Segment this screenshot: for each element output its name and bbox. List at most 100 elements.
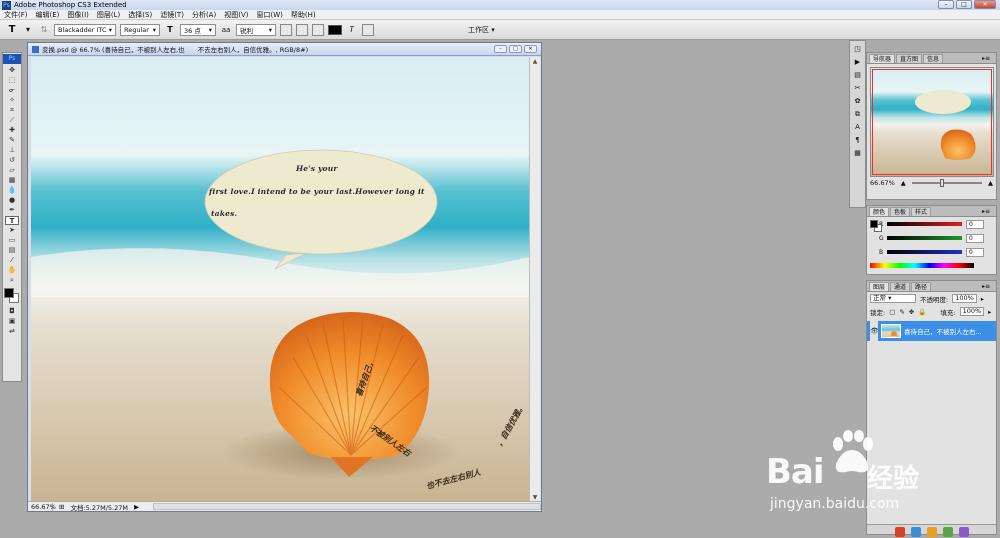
notes-tool-icon[interactable]: ▤ [5,246,19,255]
status-arrow-icon[interactable]: ▶ [134,503,139,511]
tab-layers[interactable]: 图层 [869,282,890,291]
brush-tool-icon[interactable]: ✎ [5,136,19,145]
orientation-toggle-icon[interactable]: ⇅ [38,24,50,36]
tab-navigator[interactable]: 导航器 [869,54,896,63]
shape-tool-icon[interactable]: ▭ [5,236,19,245]
eyedropper-tool-icon[interactable]: ⁄ [5,256,19,265]
tray-icon-3[interactable] [927,527,937,537]
menu-select[interactable]: 选择(S) [128,10,152,20]
layer-comps-dock-icon[interactable]: ▦ [852,149,864,158]
lock-position-icon[interactable]: ✥ [909,308,914,316]
panel-menu-icon[interactable]: ▸≡ [979,54,993,63]
crop-tool-icon[interactable]: ⌗ [5,106,19,115]
blur-tool-icon[interactable]: 💧 [5,186,19,195]
edit-in-imageready-icon[interactable]: ⇌ [5,327,19,336]
tab-histogram[interactable]: 直方图 [896,54,923,63]
magic-wand-tool-icon[interactable]: ✧ [5,96,19,105]
panel-menu-icon[interactable]: ▸≡ [979,207,993,216]
navigator-dock-icon[interactable]: ◳ [852,45,864,54]
horizontal-scrollbar[interactable] [153,503,541,510]
channel-r-slider[interactable] [887,222,962,226]
blend-mode-select[interactable]: 正常 ▾ [870,294,916,303]
antialias-select[interactable]: 锐利 ▾ [236,23,276,36]
workspace-menu[interactable]: 工作区 ▾ [468,25,495,35]
navigator-zoom[interactable]: 66.67% [870,179,895,187]
font-style-select[interactable]: Regular ▾ [120,23,160,36]
menu-view[interactable]: 视图(V) [224,10,248,20]
zoom-in-icon[interactable]: ▲ [988,179,993,187]
align-right-button[interactable] [312,23,324,36]
opacity-input[interactable]: 100% [952,294,977,303]
close-button[interactable]: ✕ [974,0,996,9]
zoom-tool-icon[interactable]: ⌕ [5,276,19,285]
scroll-up-icon[interactable]: ▲ [530,57,540,67]
tab-channels[interactable]: 通道 [890,282,911,291]
history-brush-tool-icon[interactable]: ↺ [5,156,19,165]
history-dock-icon[interactable]: ▤ [852,71,864,80]
tab-color[interactable]: 颜色 [869,207,890,216]
path-selection-tool-icon[interactable]: ➤ [5,226,19,235]
clone-stamp-tool-icon[interactable]: ⊥ [5,146,19,155]
tray-icon-1[interactable] [895,527,905,537]
tray-icon-4[interactable] [943,527,953,537]
character-dock-icon[interactable]: A [852,123,864,132]
color-swatches[interactable] [4,288,20,304]
menu-edit[interactable]: 编辑(E) [36,10,60,20]
doc-minimize-button[interactable]: – [494,45,507,53]
menu-help[interactable]: 帮助(H) [291,10,316,20]
status-info-icon[interactable]: ⊞ [59,503,64,511]
lock-transparency-icon[interactable]: ▢ [889,308,895,316]
eraser-tool-icon[interactable]: ▱ [5,166,19,175]
tray-icon-2[interactable] [911,527,921,537]
tray-icon-5[interactable] [959,527,969,537]
tab-swatches[interactable]: 色板 [890,207,911,216]
slice-tool-icon[interactable]: ⟋ [5,116,19,125]
zoom-slider-handle[interactable] [939,179,944,187]
type-tool-icon[interactable]: T [6,24,18,36]
menu-image[interactable]: 图像(I) [67,10,89,20]
menu-file[interactable]: 文件(F) [4,10,28,20]
type-tool-icon[interactable]: T [5,216,19,225]
tool-presets-dock-icon[interactable]: ✂ [852,84,864,93]
move-tool-icon[interactable]: ✥ [5,66,19,75]
color-spectrum[interactable] [870,263,974,268]
warp-text-icon[interactable]: 𝑇 [346,24,358,36]
tab-styles[interactable]: 样式 [911,207,932,216]
doc-close-button[interactable]: ✕ [524,45,537,53]
visibility-eye-icon[interactable]: 👁 [870,321,879,341]
zoom-level[interactable]: 66.67% [31,502,56,511]
channel-r-value[interactable]: 0 [966,219,984,229]
quick-mask-icon[interactable]: ◘ [5,307,19,316]
view-rectangle[interactable] [871,69,992,175]
lock-pixels-icon[interactable]: ✎ [899,308,904,316]
gradient-tool-icon[interactable]: ▦ [5,176,19,185]
menu-window[interactable]: 窗口(W) [256,10,282,20]
tab-info[interactable]: 信息 [923,54,944,63]
font-size-select[interactable]: 36 点 ▾ [180,23,216,36]
opacity-arrow-icon[interactable]: ▸ [981,295,984,303]
screen-mode-icon[interactable]: ▣ [5,317,19,326]
menu-filter[interactable]: 滤镜(T) [160,10,184,20]
panel-menu-icon[interactable]: ▸≡ [979,282,993,291]
channel-g-slider[interactable] [887,236,962,240]
pen-tool-icon[interactable]: ✒ [5,206,19,215]
menu-analysis[interactable]: 分析(A) [192,10,216,20]
lock-all-icon[interactable]: 🔒 [918,308,926,316]
vertical-scrollbar[interactable]: ▲ ▼ [529,57,540,503]
maximize-button[interactable]: □ [956,0,972,9]
align-left-button[interactable] [280,23,292,36]
doc-maximize-button[interactable]: □ [509,45,522,53]
paragraph-dock-icon[interactable]: ¶ [852,136,864,145]
hand-tool-icon[interactable]: ✋ [5,266,19,275]
zoom-out-icon[interactable]: ▲ [901,179,906,187]
document-titlebar[interactable]: 变换.psd @ 66.7% (喜待自己，不被别人左右,也 不去左右别人，自信优… [28,43,541,56]
channel-g-value[interactable]: 0 [966,233,984,243]
text-color-swatch[interactable] [328,24,342,35]
brushes-dock-icon[interactable]: ✿ [852,97,864,106]
fill-input[interactable]: 100% [959,307,985,316]
dropdown-arrow-icon[interactable]: ▾ [22,24,34,36]
align-center-button[interactable] [296,23,308,36]
layer-name[interactable]: 喜待自己，不被别人左右... [904,326,982,336]
menu-layer[interactable]: 图层(L) [97,10,120,20]
actions-dock-icon[interactable]: ▶ [852,58,864,67]
